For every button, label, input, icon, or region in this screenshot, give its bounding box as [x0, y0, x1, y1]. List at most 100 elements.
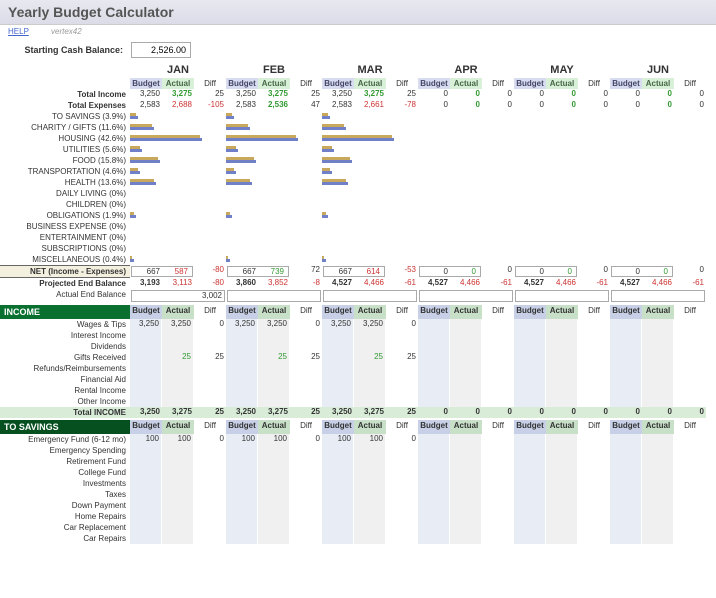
actual-cell[interactable] [162, 330, 194, 341]
budget-cell[interactable] [514, 500, 546, 511]
budget-cell[interactable] [130, 363, 162, 374]
budget-cell[interactable] [226, 385, 258, 396]
budget-cell[interactable] [322, 500, 354, 511]
budget-cell[interactable] [322, 352, 354, 363]
budget-cell[interactable] [130, 352, 162, 363]
actual-cell[interactable] [258, 456, 290, 467]
actual-cell[interactable] [546, 478, 578, 489]
actual-cell[interactable] [162, 489, 194, 500]
start-balance-input[interactable] [131, 42, 191, 58]
actual-cell[interactable] [642, 434, 674, 445]
budget-cell[interactable] [610, 445, 642, 456]
budget-cell[interactable] [610, 489, 642, 500]
budget-cell[interactable] [610, 500, 642, 511]
help-link[interactable]: HELP [8, 27, 29, 36]
actual-cell[interactable] [546, 319, 578, 330]
actual-cell[interactable] [258, 330, 290, 341]
actual-cell[interactable] [642, 330, 674, 341]
budget-cell[interactable] [418, 341, 450, 352]
actual-cell[interactable] [258, 374, 290, 385]
budget-cell[interactable] [610, 456, 642, 467]
budget-cell[interactable] [226, 445, 258, 456]
actual-cell[interactable] [354, 522, 386, 533]
actual-cell[interactable] [546, 522, 578, 533]
actual-cell[interactable] [546, 511, 578, 522]
actual-cell[interactable] [642, 533, 674, 544]
actual-cell[interactable]: 25 [354, 352, 386, 363]
actual-cell[interactable] [258, 511, 290, 522]
actual-cell[interactable] [546, 500, 578, 511]
budget-cell[interactable] [418, 385, 450, 396]
budget-cell[interactable] [322, 522, 354, 533]
budget-cell[interactable] [610, 511, 642, 522]
actual-cell[interactable] [162, 374, 194, 385]
budget-cell[interactable] [610, 434, 642, 445]
budget-cell[interactable] [322, 445, 354, 456]
actual-cell[interactable] [450, 478, 482, 489]
actual-cell[interactable] [642, 522, 674, 533]
budget-cell[interactable] [514, 341, 546, 352]
actual-cell[interactable]: 3,250 [354, 319, 386, 330]
budget-cell[interactable] [418, 456, 450, 467]
actual-cell[interactable]: 100 [162, 434, 194, 445]
actual-cell[interactable]: 100 [258, 434, 290, 445]
actual-cell[interactable] [258, 478, 290, 489]
budget-cell[interactable] [130, 533, 162, 544]
actual-cell[interactable] [450, 330, 482, 341]
budget-cell[interactable] [514, 467, 546, 478]
actual-cell[interactable] [162, 385, 194, 396]
budget-cell[interactable] [130, 500, 162, 511]
actual-cell[interactable] [162, 522, 194, 533]
actual-cell[interactable] [450, 385, 482, 396]
actual-cell[interactable] [546, 456, 578, 467]
budget-cell[interactable] [226, 330, 258, 341]
budget-cell[interactable] [514, 396, 546, 407]
actual-cell[interactable]: 3,250 [162, 319, 194, 330]
actual-cell[interactable] [258, 363, 290, 374]
budget-cell[interactable] [610, 319, 642, 330]
actual-cell[interactable] [354, 341, 386, 352]
actual-cell[interactable] [546, 533, 578, 544]
actual-cell[interactable] [450, 319, 482, 330]
budget-cell[interactable] [418, 522, 450, 533]
actual-end-input[interactable] [227, 290, 321, 302]
actual-cell[interactable] [258, 385, 290, 396]
budget-cell[interactable] [322, 467, 354, 478]
actual-cell[interactable] [354, 445, 386, 456]
budget-cell[interactable] [322, 511, 354, 522]
budget-cell[interactable] [610, 467, 642, 478]
budget-cell[interactable] [322, 456, 354, 467]
budget-cell[interactable]: 100 [322, 434, 354, 445]
actual-cell[interactable] [162, 467, 194, 478]
actual-cell[interactable] [450, 489, 482, 500]
budget-cell[interactable] [130, 478, 162, 489]
budget-cell[interactable] [322, 330, 354, 341]
budget-cell[interactable] [514, 456, 546, 467]
budget-cell[interactable] [130, 522, 162, 533]
actual-cell[interactable] [162, 533, 194, 544]
actual-cell[interactable] [642, 341, 674, 352]
actual-cell[interactable] [162, 456, 194, 467]
budget-cell[interactable]: 3,250 [130, 319, 162, 330]
budget-cell[interactable] [514, 330, 546, 341]
budget-cell[interactable] [418, 374, 450, 385]
actual-cell[interactable] [546, 396, 578, 407]
budget-cell[interactable]: 3,250 [226, 319, 258, 330]
budget-cell[interactable] [514, 319, 546, 330]
budget-cell[interactable] [226, 374, 258, 385]
budget-cell[interactable] [130, 456, 162, 467]
budget-cell[interactable] [514, 511, 546, 522]
budget-cell[interactable] [322, 341, 354, 352]
actual-cell[interactable] [642, 511, 674, 522]
actual-cell[interactable] [546, 341, 578, 352]
budget-cell[interactable]: 100 [226, 434, 258, 445]
actual-cell[interactable] [546, 445, 578, 456]
budget-cell[interactable] [226, 533, 258, 544]
actual-cell[interactable] [450, 396, 482, 407]
budget-cell[interactable] [226, 341, 258, 352]
budget-cell[interactable] [322, 489, 354, 500]
budget-cell[interactable] [610, 330, 642, 341]
actual-cell[interactable] [546, 434, 578, 445]
actual-cell[interactable] [450, 456, 482, 467]
budget-cell[interactable] [418, 489, 450, 500]
